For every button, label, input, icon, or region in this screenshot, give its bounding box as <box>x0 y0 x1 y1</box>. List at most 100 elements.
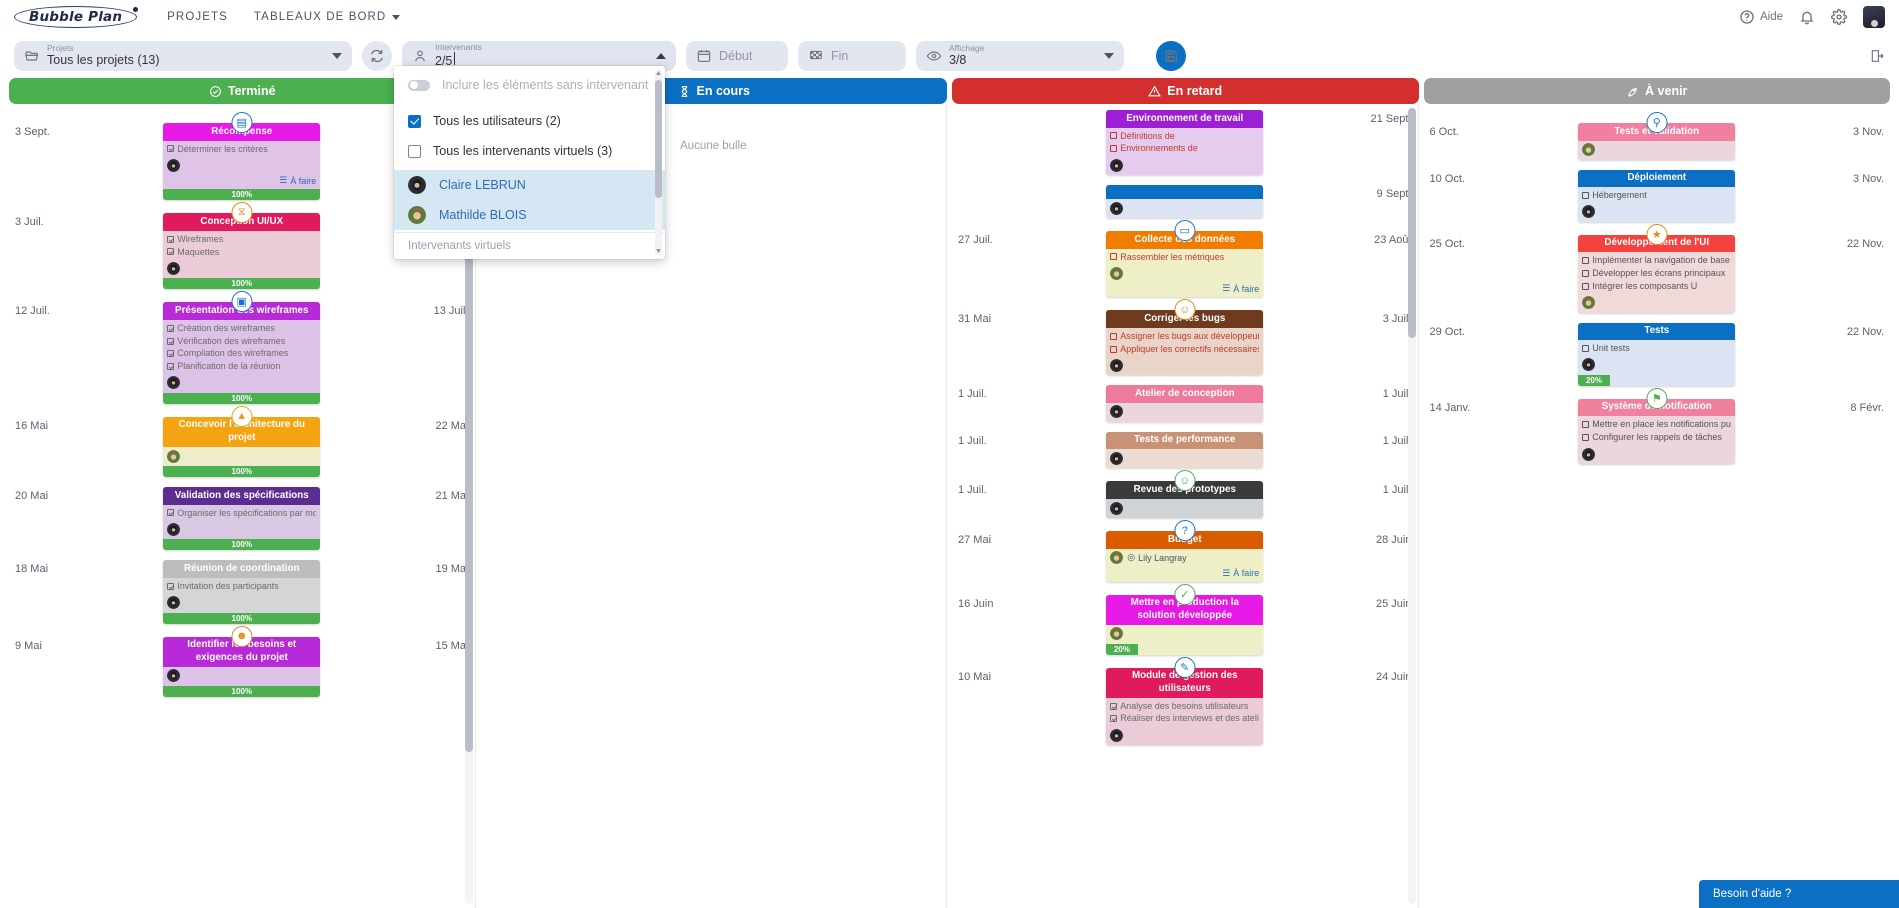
subtask-item[interactable]: Création des wireframes <box>167 322 316 335</box>
checkbox-checked-icon[interactable] <box>167 350 175 358</box>
smiley-icon[interactable]: ☺ <box>1174 299 1196 321</box>
subtask-item[interactable]: Rassembler les métriques <box>1110 251 1259 264</box>
task-card[interactable]: ☻Identifier les besoins et exigences du … <box>163 625 321 697</box>
avatar[interactable] <box>1110 501 1124 515</box>
question-icon[interactable]: ? <box>1174 520 1196 542</box>
toggle-switch[interactable] <box>408 79 430 91</box>
projects-filter[interactable]: Projets Tous les projets (13) <box>14 41 352 71</box>
chevron-down-icon[interactable] <box>332 53 342 59</box>
nav-item-projets[interactable]: PROJETS <box>167 11 228 23</box>
task-action-link[interactable]: ☰ À faire <box>1106 568 1263 582</box>
image-icon[interactable]: ▣ <box>231 291 253 313</box>
checkbox-checked-icon[interactable] <box>167 324 175 332</box>
checkbox-checked-icon[interactable] <box>1110 702 1118 710</box>
task-card[interactable]: Tests de performance <box>1106 431 1264 469</box>
scrollbar-thumb[interactable] <box>1407 108 1416 338</box>
checkbox-checked-icon[interactable] <box>167 337 175 345</box>
nav-item-tableaux-de-bord[interactable]: TABLEAUX DE BORD <box>254 11 401 23</box>
avatar[interactable] <box>167 449 181 463</box>
avatar[interactable] <box>1110 201 1124 215</box>
task-card[interactable]: Environnement de travail Définitions de En… <box>1106 110 1264 176</box>
task-card[interactable]: ▭Collecte des donnéesRassembler les métr… <box>1106 220 1264 298</box>
subtask-item[interactable]: Maquettes <box>167 246 316 259</box>
task-card[interactable]: ▣Présentation des wireframesCréation des… <box>163 291 321 404</box>
checkbox-checked-icon[interactable] <box>167 509 175 517</box>
binoculars-icon[interactable]: ⚲ <box>1646 112 1668 133</box>
scroll-down-arrow-icon[interactable]: ▼ <box>655 248 662 255</box>
subtask-item[interactable]: Unit tests <box>1582 342 1731 355</box>
subtask-item[interactable]: Invitation des participants <box>167 580 316 593</box>
end-date-filter[interactable]: Fin <box>798 41 906 71</box>
checkbox-checked-icon[interactable] <box>167 248 175 256</box>
scrollbar-thumb[interactable] <box>655 80 662 198</box>
avatar[interactable] <box>1582 205 1596 219</box>
avatar[interactable] <box>1582 447 1596 461</box>
subtask-item[interactable]: Organiser les spécifications par module <box>167 507 316 520</box>
task-card[interactable]: ⧖ Conception UI/UX Wireframes Maquettes 100% <box>163 202 321 290</box>
display-filter[interactable]: Affichage 3/8 <box>916 41 1124 71</box>
people-icon[interactable]: ☻ <box>231 625 253 647</box>
checkbox-unchecked-icon[interactable] <box>1110 253 1118 261</box>
subtask-item[interactable]: Configurer les rappels de tâches <box>1582 431 1731 444</box>
dropdown-option-tous-intervenants-virtuels[interactable]: Tous les intervenants virtuels (3) <box>394 136 665 166</box>
bell-icon[interactable] <box>1799 9 1815 25</box>
task-card[interactable]: ▲ Concevoir l'architecture du projet 100% <box>163 405 321 478</box>
avatar[interactable] <box>1582 358 1596 372</box>
avatar[interactable] <box>167 376 181 390</box>
checkbox-unchecked-icon[interactable] <box>1582 345 1590 353</box>
subtask-item[interactable]: Définitions de <box>1110 130 1259 143</box>
subtask-item[interactable]: Hébergement <box>1582 189 1731 202</box>
task-card[interactable] <box>1106 185 1264 219</box>
scroll-up-arrow-icon[interactable]: ▲ <box>655 70 662 77</box>
money-icon[interactable]: ▤ <box>231 112 253 133</box>
avatar[interactable] <box>1582 143 1596 157</box>
subtask-item[interactable]: Analyse des besoins utilisateurs <box>1110 700 1259 713</box>
subtask-item[interactable]: Mettre en place les notifications push <box>1582 418 1731 431</box>
avatar[interactable] <box>1110 551 1124 565</box>
refresh-button[interactable] <box>362 41 392 71</box>
checkbox-unchecked-icon[interactable] <box>1582 270 1590 277</box>
checkbox-checked-icon[interactable] <box>167 145 175 153</box>
avatar[interactable] <box>1582 296 1596 310</box>
task-card[interactable]: ⚑Système de notificationMettre en place … <box>1578 387 1736 465</box>
checkbox-unchecked-icon[interactable] <box>1582 434 1590 442</box>
avatar[interactable] <box>1110 266 1124 280</box>
task-action-link[interactable]: ☰ À faire <box>163 175 320 189</box>
task-card[interactable]: ▤RécompenseDéterminer les critères☰À fai… <box>163 112 321 201</box>
checkbox-checked-icon[interactable] <box>167 363 175 371</box>
subtask-item[interactable]: Implémenter la navigation de base <box>1582 254 1731 267</box>
dropdown-person-mathilde-blois[interactable]: Mathilde BLOIS <box>394 200 665 230</box>
subtask-item[interactable]: Planification de la réunion <box>167 360 316 373</box>
task-card[interactable]: ★ Développement de l'UI Implémenter la nav… <box>1578 223 1736 313</box>
checkbox-checked-icon[interactable] <box>167 582 175 590</box>
checkbox-unchecked-icon[interactable] <box>1110 332 1118 340</box>
checkbox-unchecked-icon[interactable] <box>1582 257 1590 265</box>
checkbox-unchecked-icon[interactable] <box>1582 282 1590 290</box>
avatar[interactable] <box>1110 158 1124 172</box>
check-circle-icon[interactable]: ✓ <box>1174 583 1196 605</box>
avatar[interactable] <box>1110 451 1124 465</box>
subtask-item[interactable]: Wireframes <box>167 233 316 246</box>
help-bubble[interactable]: Besoin d'aide ? <box>1699 880 1899 908</box>
subtask-item[interactable]: Intégrer les composants U <box>1582 280 1731 293</box>
checkbox-unchecked-icon[interactable] <box>1582 191 1590 199</box>
save-button[interactable] <box>1156 41 1186 71</box>
task-card[interactable]: ?Budget◎Lily Langray☰À faire <box>1106 520 1264 582</box>
avatar[interactable] <box>167 596 181 610</box>
subtask-item[interactable]: Appliquer les correctifs nécessaires <box>1110 343 1259 356</box>
dropdown-toggle-sans-intervenant[interactable]: Inclure les éléments sans intervenant <box>394 70 665 100</box>
avatar[interactable] <box>1110 728 1124 742</box>
export-icon[interactable] <box>1869 48 1885 64</box>
checkbox-unchecked-icon[interactable] <box>1582 421 1590 429</box>
column-header[interactable]: À venir <box>1423 78 1890 104</box>
subtask-item[interactable]: Vérification des wireframes <box>167 335 316 348</box>
dropdown-scrollbar[interactable]: ▲ ▼ <box>655 70 662 255</box>
task-card[interactable]: Tests Unit tests 20% <box>1578 322 1736 386</box>
chevron-down-icon[interactable] <box>1104 53 1114 59</box>
avatar[interactable] <box>1110 405 1124 419</box>
gear-icon[interactable] <box>1831 9 1847 25</box>
hourglass-icon[interactable]: ⧖ <box>231 202 253 224</box>
task-card[interactable]: Atelier de conception <box>1106 385 1264 422</box>
monitor-icon[interactable]: ▭ <box>1174 220 1196 242</box>
star-icon[interactable]: ★ <box>1646 223 1668 245</box>
